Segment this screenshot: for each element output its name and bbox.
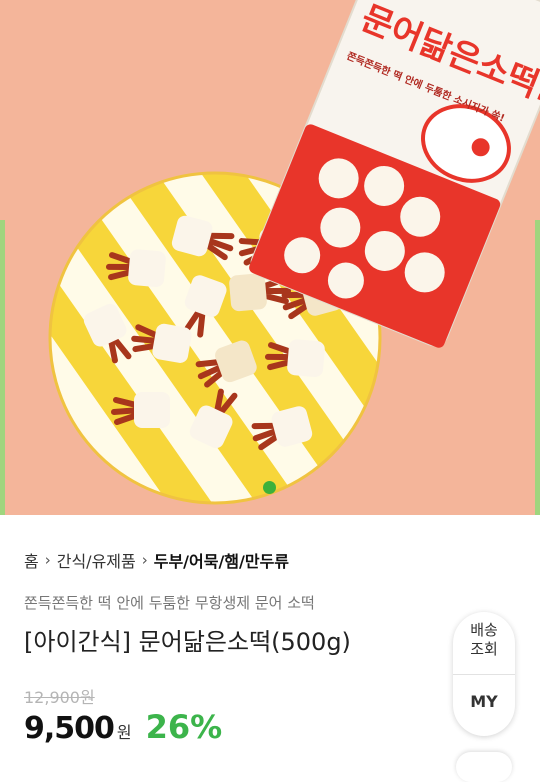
product-photo: 문어닮은소떡! 쫀득쫀득한 떡 안에 두툼한 소시지가 쏙!	[48, 0, 540, 505]
price-row: 9,500 원 26%	[24, 708, 222, 746]
carousel-indicator[interactable]	[263, 481, 276, 494]
sale-price: 9,500	[24, 711, 115, 746]
right-edge-indicator	[535, 220, 540, 520]
product-subtitle: 쫀득쫀득한 떡 안에 두툼한 무항생제 문어 소떡	[24, 594, 315, 612]
left-edge-indicator	[0, 220, 5, 520]
breadcrumb-category[interactable]: 간식/유제품	[57, 548, 136, 572]
breadcrumb-home[interactable]: 홈	[24, 548, 39, 572]
original-price: 12,900원	[24, 688, 95, 707]
shipping-track-label-1: 배송	[470, 621, 498, 639]
floating-next-button[interactable]	[456, 752, 512, 782]
chevron-right-icon: ›	[44, 551, 51, 569]
shipping-track-button[interactable]: 배송 조회	[453, 621, 515, 659]
currency-label: 원	[116, 723, 132, 742]
floating-menu: 배송 조회 MY	[453, 612, 515, 736]
breadcrumb-current[interactable]: 두부/어묵/햄/만두류	[154, 548, 289, 572]
product-title: [아이간식] 문어닮은소떡(500g)	[24, 628, 351, 656]
chevron-right-icon: ›	[141, 551, 148, 569]
floating-menu-divider	[453, 674, 515, 675]
breadcrumb: 홈 › 간식/유제품 › 두부/어묵/햄/만두류	[24, 548, 289, 572]
shipping-track-label-2: 조회	[470, 640, 498, 658]
discount-rate: 26%	[145, 708, 223, 746]
product-image: 문어닮은소떡! 쫀득쫀득한 떡 안에 두툼한 소시지가 쏙!	[0, 0, 540, 515]
my-page-button[interactable]: MY	[453, 692, 515, 711]
